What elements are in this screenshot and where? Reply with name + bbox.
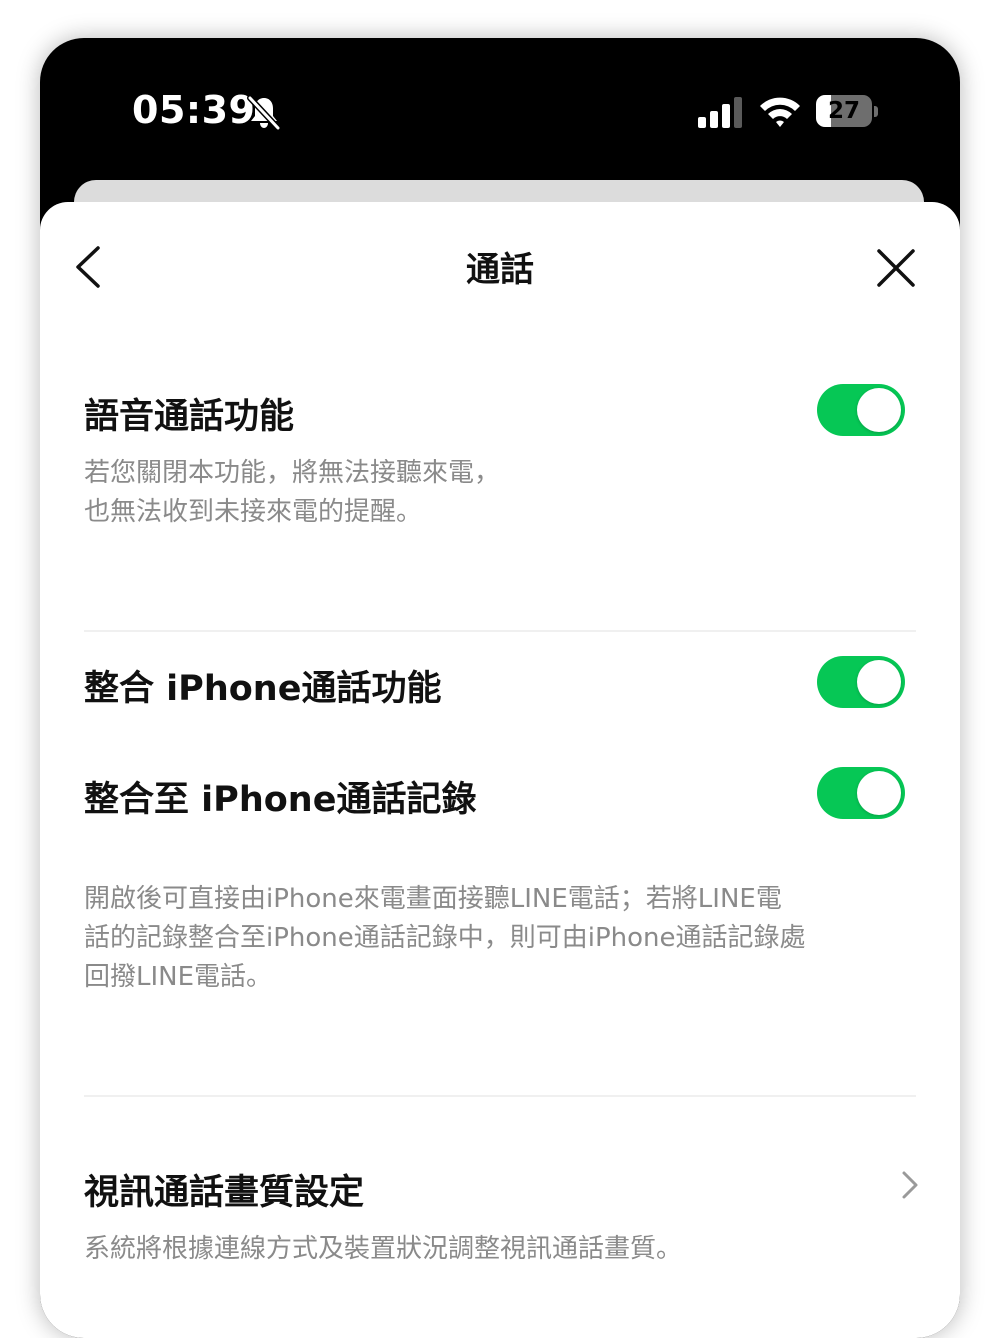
phone-frame: 05:39 27 通話 語音通話功能 若您關閉本功能，將無法接聽來電， 也無法收… (40, 38, 960, 1338)
toggle-knob (857, 771, 901, 815)
voice-call-description-line1: 若您關閉本功能，將無法接聽來電， (84, 458, 501, 488)
toggle-knob (857, 388, 901, 432)
close-icon[interactable] (874, 246, 918, 290)
wifi-icon (760, 97, 800, 127)
battery-level: 27 (827, 98, 860, 124)
integrate-iphone-log-title: 整合至 iPhone通話記錄 (84, 780, 477, 820)
chevron-right-icon (902, 1171, 918, 1199)
divider (84, 1095, 916, 1097)
integrate-description-line3: 回撥LINE電話。 (84, 962, 273, 992)
bell-off-icon (247, 95, 281, 130)
integrate-description-line2: 話的記錄整合至iPhone通話記錄中，則可由iPhone通話記錄處 (84, 923, 806, 953)
page-title: 通話 (466, 250, 534, 290)
integrate-iphone-call-title: 整合 iPhone通話功能 (84, 669, 442, 709)
toggle-knob (857, 660, 901, 704)
cellular-signal-icon (698, 97, 742, 128)
status-time: 05:39 (132, 88, 256, 132)
divider (84, 630, 916, 632)
integrate-iphone-call-toggle[interactable] (817, 656, 905, 708)
integrate-iphone-log-toggle[interactable] (817, 767, 905, 819)
integrate-description-line1: 開啟後可直接由iPhone來電畫面接聽LINE電話；若將LINE電 (84, 884, 782, 914)
video-quality-title: 視訊通話畫質設定 (84, 1173, 365, 1213)
video-quality-description: 系統將根據連線方式及裝置狀況調整視訊通話畫質。 (84, 1234, 683, 1264)
status-bar: 05:39 27 (40, 38, 960, 178)
settings-sheet: 通話 語音通話功能 若您關閉本功能，將無法接聽來電， 也無法收到未接來電的提醒。… (40, 202, 960, 1338)
voice-call-description-line2: 也無法收到未接來電的提醒。 (84, 497, 423, 527)
voice-call-title: 語音通話功能 (84, 397, 295, 437)
voice-call-toggle[interactable] (817, 384, 905, 436)
battery-icon: 27 (816, 95, 878, 129)
voice-call-description: 若您關閉本功能，將無法接聽來電， 也無法收到未接來電的提醒。 (84, 454, 924, 532)
nav-bar: 通話 (40, 202, 960, 332)
integrate-description: 開啟後可直接由iPhone來電畫面接聽LINE電話；若將LINE電 話的記錄整合… (84, 880, 924, 997)
